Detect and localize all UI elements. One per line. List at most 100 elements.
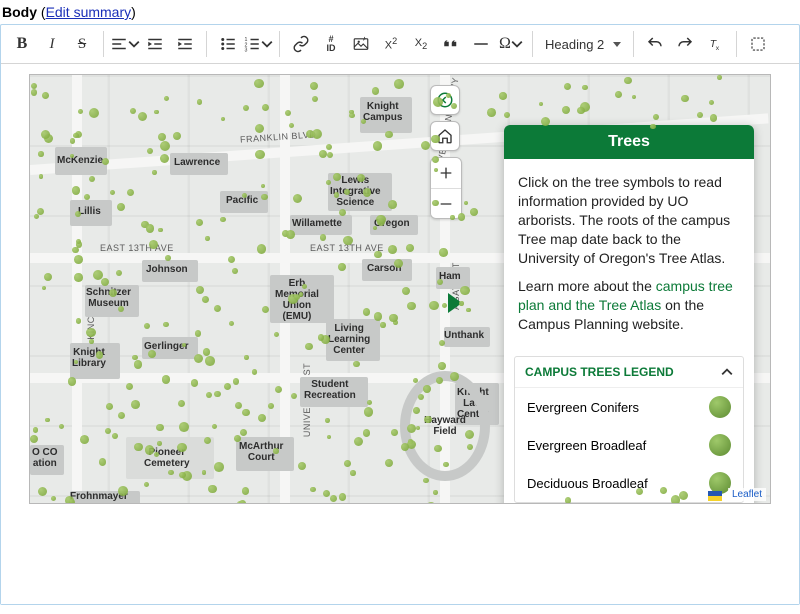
tree-dot [344, 189, 350, 195]
tree-dot [89, 339, 94, 344]
indent-button[interactable] [170, 29, 200, 59]
legend-label: Evergreen Broadleaf [527, 438, 646, 453]
edit-summary-link[interactable]: Edit summary [46, 4, 132, 20]
tree-dot [423, 385, 431, 393]
tree-dot [391, 429, 397, 435]
tree-dot [660, 487, 667, 494]
clear-format-icon: Tx [706, 35, 724, 53]
hash-id-icon: #ID [327, 35, 336, 53]
heading-select[interactable]: Heading 2 [539, 29, 627, 59]
redo-button[interactable] [670, 29, 700, 59]
align-button[interactable] [110, 29, 140, 59]
embedded-map[interactable]: FRANKLIN BLVD EAST 13TH AVE EAST 13TH AV… [29, 74, 771, 504]
tree-dot [268, 403, 274, 409]
legend-label: Evergreen Conifers [527, 400, 639, 415]
tree-dot [389, 314, 397, 322]
tree-dot [86, 328, 96, 338]
editor-body[interactable]: FRANKLIN BLVD EAST 13TH AVE EAST 13TH AV… [1, 64, 799, 604]
bullet-list-button[interactable] [213, 29, 243, 59]
tree-dot [373, 226, 377, 230]
legend-toggle[interactable]: CAMPUS TREES LEGEND [515, 357, 743, 388]
tree-dot [388, 200, 397, 209]
tree-dot [76, 239, 81, 244]
tree-dot [697, 112, 703, 118]
tree-dot [439, 248, 447, 256]
tree-dot [437, 279, 443, 285]
tree-dot [310, 487, 315, 492]
tree-dot [401, 443, 409, 451]
tree-dot [196, 219, 203, 226]
anchor-id-button[interactable]: #ID [316, 29, 346, 59]
tree-dot [110, 190, 115, 195]
tree-dot [439, 340, 445, 346]
chevron-up-icon [721, 366, 733, 378]
omega-icon: Ω [499, 35, 511, 53]
minus-icon [438, 196, 454, 212]
tree-dot [349, 113, 355, 119]
link-button[interactable] [286, 29, 316, 59]
tree-dot [374, 251, 382, 259]
tree-dot [261, 194, 267, 200]
tree-dot [220, 217, 226, 223]
strikethrough-button[interactable]: S [67, 29, 97, 59]
tree-dot [144, 482, 149, 487]
legend-label: Deciduous Broadleaf [527, 476, 648, 491]
tree-dot [394, 79, 403, 88]
tree-dot [459, 301, 463, 305]
undo-button[interactable] [640, 29, 670, 59]
leaflet-link[interactable]: Leaflet [732, 489, 762, 500]
tree-dot [423, 478, 429, 484]
tree-dot [96, 351, 103, 358]
tree-dot [242, 409, 249, 416]
tree-dot [134, 443, 143, 452]
tree-dot [146, 224, 154, 232]
italic-button[interactable]: I [37, 29, 67, 59]
tree-dot [205, 356, 215, 366]
legend-item: Evergreen Broadleaf [515, 426, 743, 464]
tree-dot [438, 362, 445, 369]
outdent-button[interactable] [140, 29, 170, 59]
subscript-button[interactable]: X2 [406, 29, 436, 59]
subscript-icon: X2 [415, 37, 427, 51]
chevron-down-icon [511, 35, 523, 53]
tree-dot [577, 107, 584, 114]
clear-format-button[interactable]: Tx [700, 29, 730, 59]
tree-dot [286, 230, 295, 239]
horizontal-rule-icon [472, 35, 490, 53]
tree-dot [460, 286, 469, 295]
tree-dot [450, 372, 459, 381]
tree-dot [158, 228, 162, 232]
media-button[interactable]: ♪ [346, 29, 376, 59]
bold-button[interactable]: B [7, 29, 37, 59]
tree-dot [93, 270, 103, 280]
tree-dot [164, 96, 169, 101]
tree-dot [131, 400, 140, 409]
numbered-list-button[interactable]: 123 [243, 29, 273, 59]
tree-dot [89, 176, 95, 182]
tree-dot [406, 244, 414, 252]
source-button[interactable] [743, 29, 773, 59]
undo-icon [646, 35, 664, 53]
tree-dot [357, 174, 365, 182]
blockquote-button[interactable] [436, 29, 466, 59]
panel-paragraph: Learn more about the campus tree plan an… [518, 277, 740, 334]
special-char-button[interactable]: Ω [496, 29, 526, 59]
tree-dot [582, 85, 588, 91]
superscript-icon: X2 [385, 36, 397, 52]
tree-dot [539, 102, 543, 106]
tree-dot [74, 255, 83, 264]
tree-dot [234, 435, 241, 442]
street-label: EAST 13TH AVE [100, 243, 174, 253]
redo-icon [676, 35, 694, 53]
tree-dot [385, 131, 393, 139]
tree-dot [273, 448, 278, 453]
tree-dot [168, 470, 174, 476]
superscript-button[interactable]: X2 [376, 29, 406, 59]
horizontal-rule-button[interactable] [466, 29, 496, 59]
tree-dot [70, 138, 76, 144]
panel-title: Trees [504, 125, 754, 159]
tree-dot [339, 493, 347, 501]
expand-icon [749, 35, 767, 53]
tree-dot [434, 445, 442, 453]
tree-dot [130, 108, 136, 114]
